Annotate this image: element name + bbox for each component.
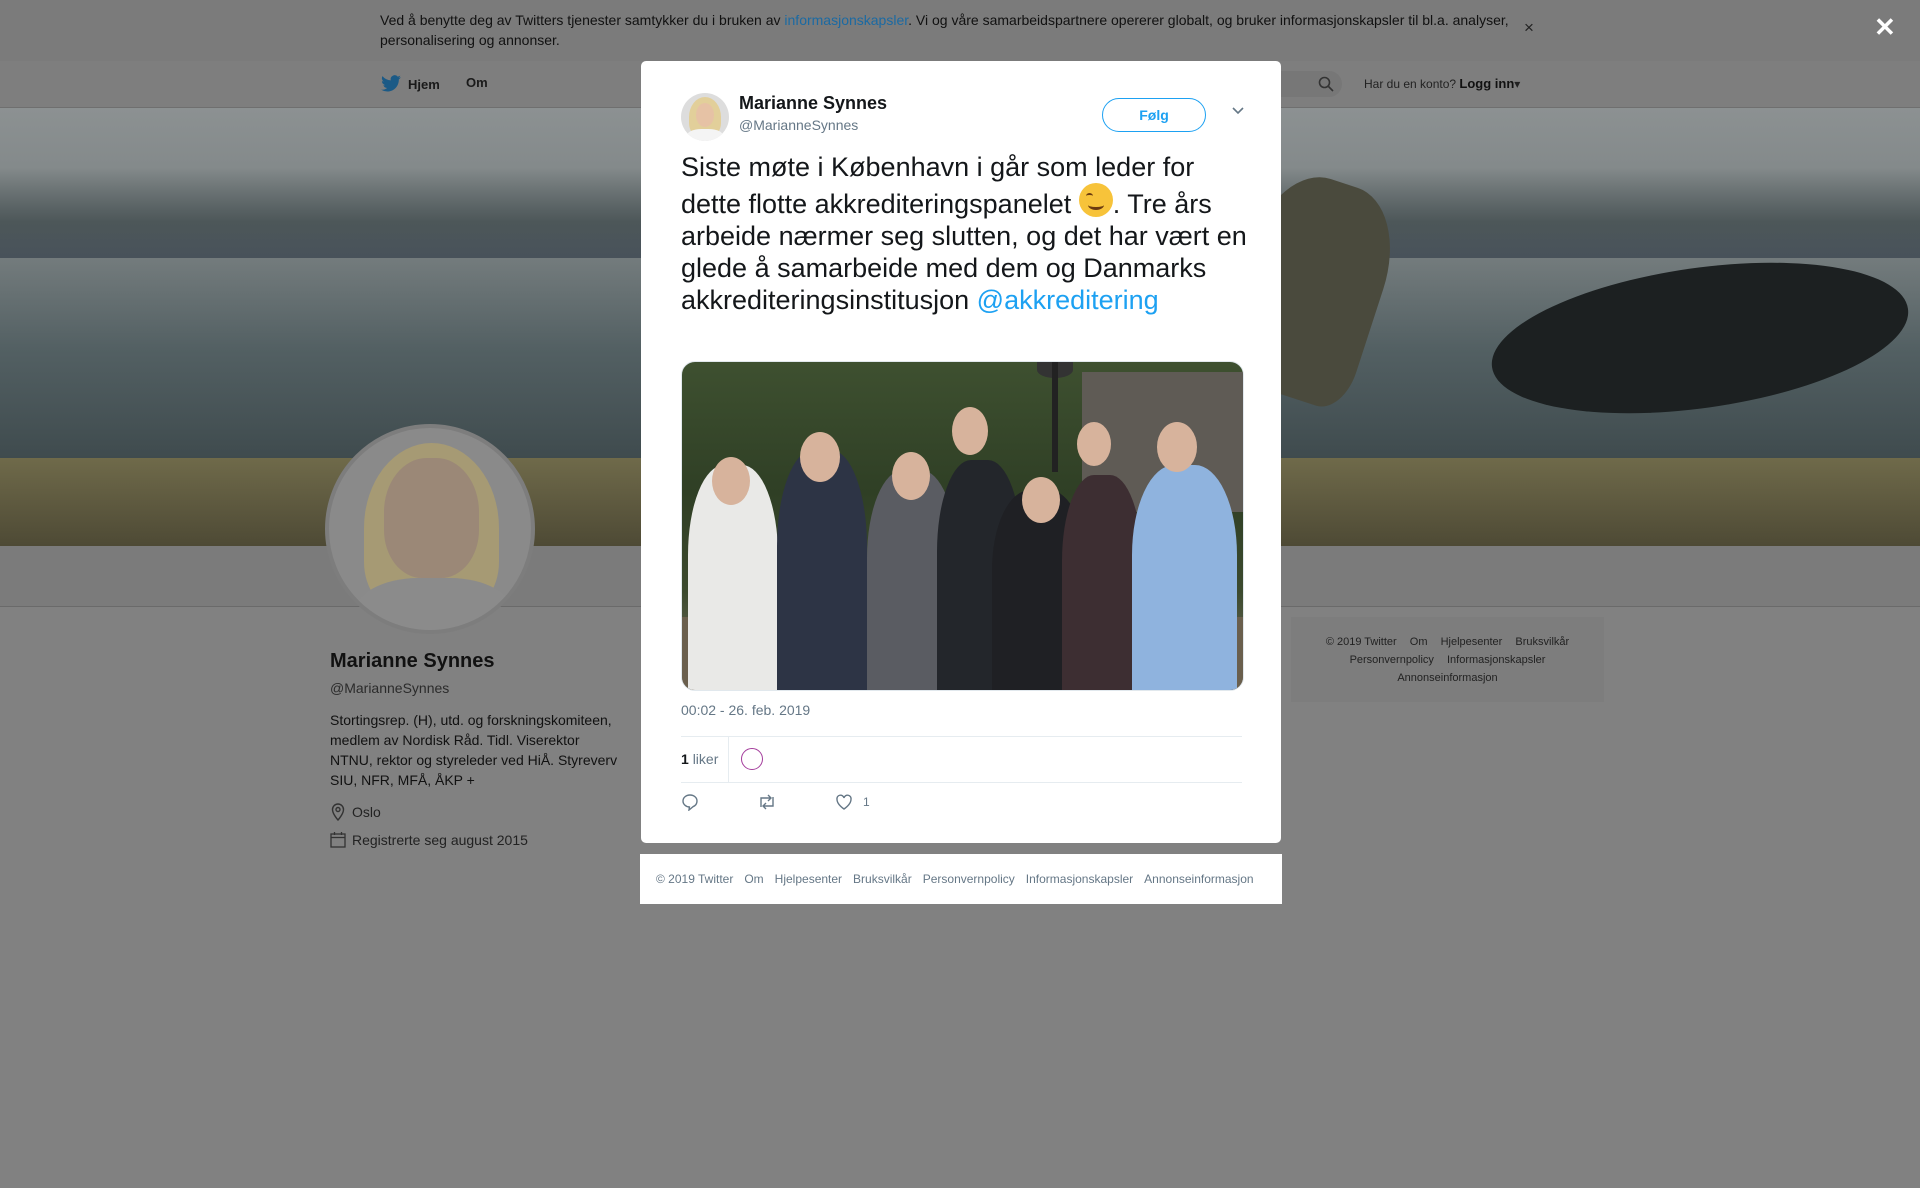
cookie-text: Ved å benytte deg av Twitters tjenester … [380, 10, 1525, 50]
mf-link-ads[interactable]: Annonseinformasjon [1144, 872, 1253, 886]
tweet-text: Siste møte i København i går som leder f… [681, 151, 1251, 316]
right-footer-links: © 2019 Twitter Om Hjelpesenter Bruksvilk… [1291, 633, 1604, 687]
mf-link-cookies[interactable]: Informasjonskapsler [1026, 872, 1133, 886]
login-prompt: Har du en konto? [1364, 77, 1457, 91]
rf-link-cookies[interactable]: Informasjonskapsler [1447, 654, 1545, 666]
rf-link-terms[interactable]: Bruksvilkår [1515, 636, 1569, 648]
profile-bio: Stortingsrep. (H), utd. og forskningskom… [330, 712, 618, 788]
overlay-close-icon[interactable]: ✕ [1874, 12, 1896, 43]
cookie-banner: Ved å benytte deg av Twitters tjenester … [0, 0, 1920, 61]
tweet-actions: 1 [681, 793, 928, 811]
photo-person-6 [1062, 475, 1142, 690]
profile-name[interactable]: Marianne Synnes [330, 650, 495, 673]
likes-count[interactable]: 1 liker [681, 751, 718, 767]
joined-text: Registrerte seg august 2015 [352, 831, 528, 848]
retweet-button[interactable] [757, 793, 777, 811]
twitter-bird-icon [381, 75, 401, 92]
nav-home-label: Hjem [408, 76, 440, 92]
photo-person-2 [777, 450, 867, 690]
tweet-author-handle[interactable]: @MarianneSynnes [739, 117, 858, 133]
profile-avatar[interactable] [325, 424, 535, 634]
likes-number: 1 [681, 751, 689, 767]
search-icon [1318, 76, 1334, 92]
avatar-face [384, 458, 479, 578]
heart-icon [836, 794, 852, 810]
mf-link-help[interactable]: Hjelpesenter [775, 872, 842, 886]
chevron-down-icon[interactable] [1231, 105, 1245, 115]
profile-handle[interactable]: @MarianneSynnes [330, 680, 449, 696]
rf-link-about[interactable]: Om [1410, 636, 1428, 648]
nav-about[interactable]: Om [466, 75, 488, 90]
photo-head-7 [1157, 422, 1197, 472]
photo-lamp-post [1052, 362, 1058, 472]
mf-link-about[interactable]: Om [744, 872, 763, 886]
liker-avatar[interactable] [741, 748, 763, 770]
tweet-stats: 1 liker [681, 736, 1242, 783]
rf-link-privacy[interactable]: Personvernpolicy [1350, 654, 1434, 666]
photo-head-6 [1077, 422, 1111, 466]
mini-avatar-shirt [687, 129, 723, 141]
login-area: Har du en konto? Logg inn▾ [1364, 76, 1520, 91]
profile-joined: Registrerte seg august 2015 [330, 831, 528, 848]
cookie-close-button[interactable]: × [1524, 18, 1534, 38]
smiling-face-emoji-icon [1078, 183, 1113, 217]
photo-head-1 [712, 457, 750, 505]
tweet-photo[interactable] [681, 361, 1244, 691]
retweet-icon [760, 794, 774, 810]
stats-separator [728, 737, 729, 782]
tweet-author-avatar[interactable] [681, 93, 729, 141]
cookie-link[interactable]: informasjonskapsler [784, 12, 908, 28]
rf-link-help[interactable]: Hjelpesenter [1441, 636, 1503, 648]
photo-person-7 [1132, 465, 1237, 690]
rf-link-copyright[interactable]: © 2019 Twitter [1326, 636, 1397, 648]
profile-location: Oslo [330, 803, 381, 821]
nav-home[interactable]: Hjem [380, 75, 440, 93]
location-text: Oslo [352, 804, 381, 820]
avatar-shirt [354, 578, 514, 630]
rf-link-ads[interactable]: Annonseinformasjon [1397, 672, 1497, 684]
photo-head-4 [952, 407, 988, 455]
reply-icon [682, 794, 698, 811]
login-link[interactable]: Logg inn [1459, 76, 1514, 91]
location-pin-icon [331, 803, 345, 821]
reply-button[interactable] [681, 793, 699, 811]
caret-down-icon: ▾ [1514, 77, 1521, 91]
follow-button[interactable]: Følg [1102, 98, 1206, 132]
tweet-modal: Marianne Synnes @MarianneSynnes Følg Sis… [641, 61, 1281, 843]
mf-link-terms[interactable]: Bruksvilkår [853, 872, 912, 886]
photo-head-3 [892, 452, 930, 500]
mf-link-copyright[interactable]: © 2019 Twitter [656, 872, 733, 886]
cookie-text-before: Ved å benytte deg av Twitters tjenester … [380, 12, 785, 28]
likes-label: liker [692, 751, 719, 767]
like-button[interactable]: 1 [835, 794, 870, 811]
mini-avatar-face [696, 103, 714, 127]
tweet-author-name[interactable]: Marianne Synnes [739, 93, 887, 114]
photo-head-2 [800, 432, 840, 482]
photo-head-5 [1022, 477, 1060, 523]
tweet-timestamp[interactable]: 00:02 - 26. feb. 2019 [681, 702, 810, 718]
tweet-mention-link[interactable]: @akkreditering [977, 285, 1159, 315]
modal-footer: © 2019 Twitter Om Hjelpesenter Bruksvilk… [640, 854, 1282, 904]
calendar-icon [330, 832, 346, 848]
right-footer: © 2019 Twitter Om Hjelpesenter Bruksvilk… [1291, 617, 1604, 702]
mf-link-privacy[interactable]: Personvernpolicy [923, 872, 1015, 886]
like-action-count: 1 [863, 795, 870, 809]
header-paddle [1482, 239, 1918, 437]
